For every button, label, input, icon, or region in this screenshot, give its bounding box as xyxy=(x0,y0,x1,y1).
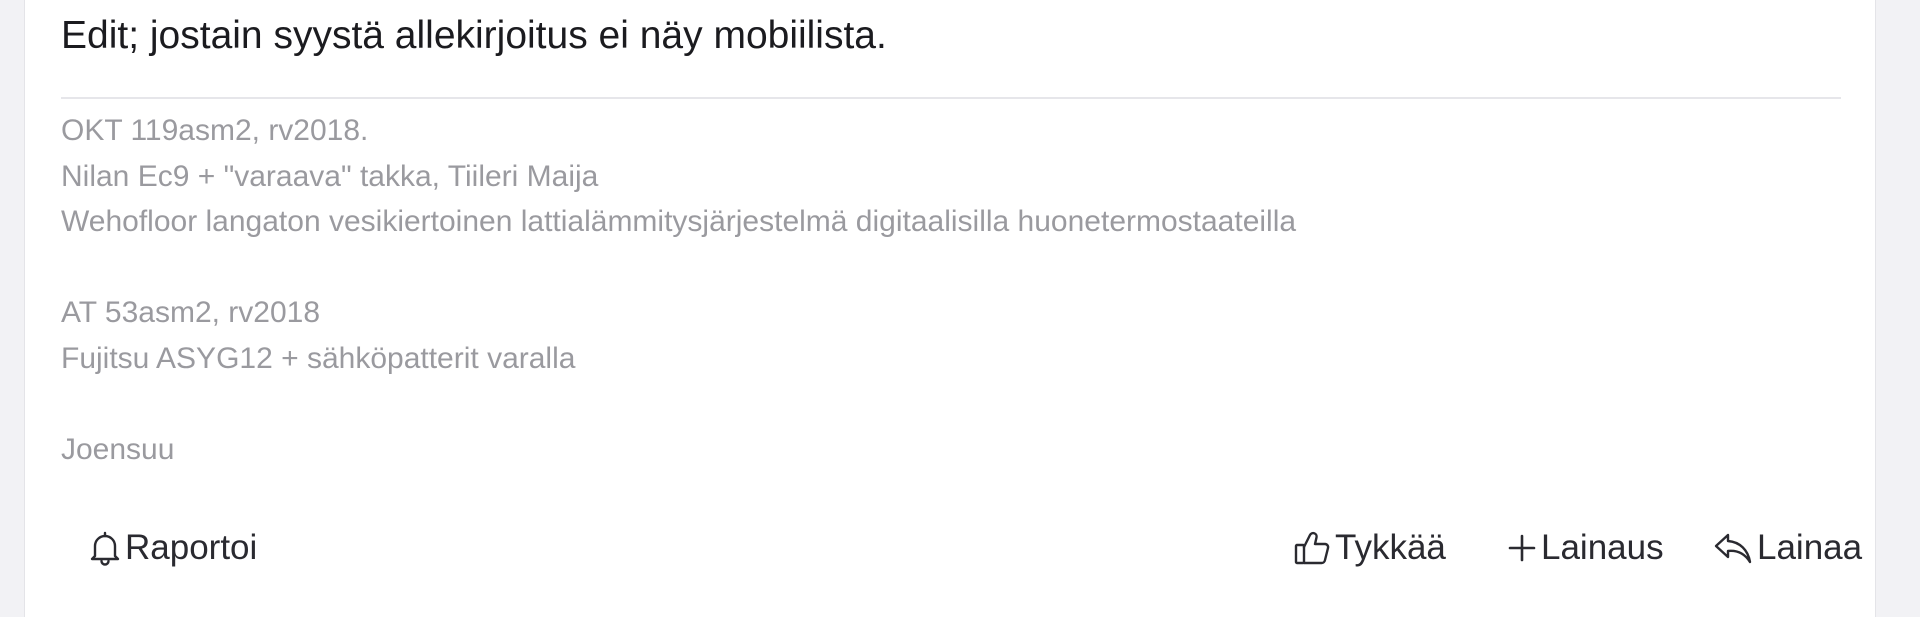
reply-button[interactable]: Lainaa xyxy=(1713,520,1862,576)
signature-line: AT 53asm2, rv2018 xyxy=(61,296,321,330)
plus-icon xyxy=(1507,533,1537,563)
signature-line: OKT 119asm2, rv2018. xyxy=(61,114,369,147)
post-body-text: Edit; jostain syystä allekirjoitus ei nä… xyxy=(61,14,887,57)
signature-line: Nilan Ec9 + "varaava" takka, Tiileri Mai… xyxy=(61,159,599,193)
user-signature: OKT 119asm2, rv2018. Nilan Ec9 + "varaav… xyxy=(61,108,1296,473)
reply-arrow-icon xyxy=(1713,530,1753,566)
post-actions-bar: Raportoi Tykkää Lainaus Lainaa xyxy=(61,520,1862,576)
like-button[interactable]: Tykkää xyxy=(1293,520,1446,576)
quote-button[interactable]: Lainaus xyxy=(1507,520,1664,576)
report-button[interactable]: Raportoi xyxy=(89,520,257,576)
forum-post: Edit; jostain syystä allekirjoitus ei nä… xyxy=(24,0,1876,617)
signature-line: Joensuu xyxy=(61,433,175,467)
quote-label: Lainaus xyxy=(1541,528,1664,567)
signature-blank-line xyxy=(61,382,1296,428)
signature-line: Wehofloor langaton vesikiertoinen lattia… xyxy=(61,205,1297,239)
reply-label: Lainaa xyxy=(1757,528,1863,567)
bell-icon xyxy=(89,530,121,566)
signature-blank-line xyxy=(61,245,1296,291)
thumbs-up-icon xyxy=(1293,529,1331,567)
report-label: Raportoi xyxy=(125,528,258,567)
like-label: Tykkää xyxy=(1335,528,1446,567)
signature-divider xyxy=(61,97,1841,99)
signature-line: Fujitsu ASYG12 + sähköpatterit varalla xyxy=(61,341,576,375)
